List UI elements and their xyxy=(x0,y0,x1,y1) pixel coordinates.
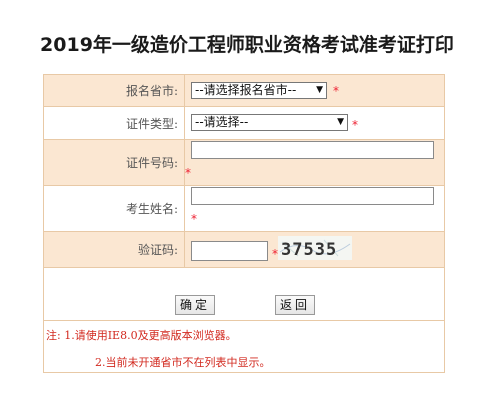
note-line-2: 2.当前未开通省市不在列表中显示。 xyxy=(95,356,271,369)
captcha-text: 37535 xyxy=(281,240,337,260)
province-select[interactable]: --请选择报名省市-- ▼ xyxy=(191,82,327,99)
province-cell: --请选择报名省市-- ▼ * xyxy=(185,75,444,106)
idtype-select[interactable]: --请选择-- ▼ xyxy=(191,114,348,131)
chevron-down-icon: ▼ xyxy=(316,85,323,95)
required-mark: * xyxy=(333,84,339,98)
required-mark: * xyxy=(352,118,358,132)
notes-area: 注: 1.请使用IE8.0及更高版本浏览器。 2.当前未开通省市不在列表中显示。 xyxy=(44,321,444,372)
chevron-down-icon: ▼ xyxy=(337,117,344,127)
idnum-cell: * xyxy=(185,140,444,185)
buttons-row: 确定 返回 xyxy=(44,268,444,321)
admission-ticket-form: 报名省市: --请选择报名省市-- ▼ * 证件类型: --请选择-- ▼ * … xyxy=(43,74,445,373)
idnum-label: 证件号码: xyxy=(44,140,185,185)
captcha-label: 验证码: xyxy=(44,232,185,267)
back-button[interactable]: 返回 xyxy=(275,295,315,315)
captcha-cell: * 37535 xyxy=(185,232,444,267)
captcha-row: 验证码: * 37535 xyxy=(44,232,444,268)
name-input[interactable] xyxy=(191,187,434,205)
province-select-value: --请选择报名省市-- xyxy=(195,83,297,97)
idtype-row: 证件类型: --请选择-- ▼ * xyxy=(44,107,444,140)
idnum-row: 证件号码: * xyxy=(44,140,444,186)
idnum-input[interactable] xyxy=(191,141,434,159)
province-row: 报名省市: --请选择报名省市-- ▼ * xyxy=(44,75,444,107)
name-label: 考生姓名: xyxy=(44,186,185,231)
required-mark: * xyxy=(185,166,191,180)
idtype-cell: --请选择-- ▼ * xyxy=(185,107,444,139)
idtype-label: 证件类型: xyxy=(44,107,185,139)
required-mark: * xyxy=(191,212,197,226)
confirm-button[interactable]: 确定 xyxy=(175,295,215,315)
captcha-image[interactable]: 37535 xyxy=(278,236,352,260)
captcha-input[interactable] xyxy=(191,241,268,261)
name-cell: * xyxy=(185,186,444,231)
province-label: 报名省市: xyxy=(44,75,185,106)
name-row: 考生姓名: * xyxy=(44,186,444,232)
page-title: 2019年一级造价工程师职业资格考试准考证打印 xyxy=(40,34,454,56)
idtype-select-value: --请选择-- xyxy=(195,115,249,129)
note-line-1: 注: 1.请使用IE8.0及更高版本浏览器。 xyxy=(46,329,237,342)
